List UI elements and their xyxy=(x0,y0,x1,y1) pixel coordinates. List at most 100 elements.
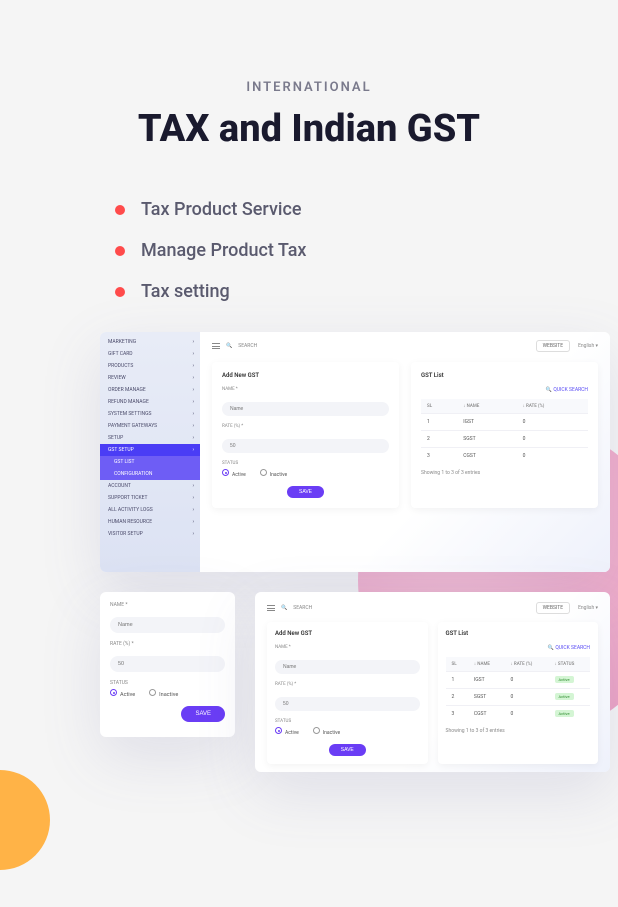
col-name[interactable]: ↓ NAME xyxy=(468,657,505,672)
feature-item: Tax Product Service xyxy=(115,199,568,220)
website-button[interactable]: WEBSITE xyxy=(536,602,570,614)
radio-icon xyxy=(260,469,267,476)
radio-inactive[interactable]: Inactive xyxy=(260,469,287,478)
website-button[interactable]: WEBSITE xyxy=(536,340,570,352)
chevron-icon: › xyxy=(192,495,194,501)
col-sl[interactable]: SL xyxy=(446,657,468,672)
table-row[interactable]: 1IGST0 xyxy=(421,414,588,431)
sidebar-item[interactable]: ALL ACTIVITY LOGS› xyxy=(100,504,200,516)
sidebar-item[interactable]: SYSTEM SETTINGS› xyxy=(100,408,200,420)
chevron-icon: › xyxy=(192,375,194,381)
feature-text: Manage Product Tax xyxy=(141,240,306,261)
search-icon[interactable]: 🔍 xyxy=(281,605,287,611)
name-label: NAME * xyxy=(275,645,420,650)
radio-active[interactable]: Active xyxy=(110,689,135,698)
table-row[interactable]: 2SGST0 xyxy=(421,431,588,448)
card-title: GST List xyxy=(421,372,588,379)
table-row[interactable]: 3CGST0 xyxy=(421,448,588,465)
topbar: 🔍 SEARCH WEBSITE English ▾ xyxy=(267,602,598,614)
sidebar-item[interactable]: REFUND MANAGE› xyxy=(100,396,200,408)
screenshot-panel-main: MARKETING› GIFT CARD› PRODUCTS› REVIEW› … xyxy=(100,332,610,572)
radio-icon xyxy=(149,689,156,696)
feature-list: Tax Product Service Manage Product Tax T… xyxy=(50,199,568,302)
gst-table: SL ↓ NAME ↓ RATE (%) ↓ STATUS 1IGST0Acti… xyxy=(446,657,591,722)
card-title: GST List xyxy=(446,630,591,637)
col-name[interactable]: ↓ NAME xyxy=(457,399,516,414)
name-input[interactable] xyxy=(110,617,225,633)
sidebar-item[interactable]: HUMAN RESOURCE› xyxy=(100,516,200,528)
showing-text: Showing 1 to 3 of 3 entries xyxy=(446,728,591,734)
sidebar-item[interactable]: VISITOR SETUP› xyxy=(100,528,200,540)
sidebar-item[interactable]: ACCOUNT› xyxy=(100,480,200,492)
col-rate[interactable]: ↓ RATE (%) xyxy=(505,657,549,672)
chevron-icon: › xyxy=(192,411,194,417)
radio-icon xyxy=(313,727,320,734)
bullet-icon xyxy=(115,287,125,297)
save-button[interactable]: SAVE xyxy=(287,486,324,498)
showing-text: Showing 1 to 3 of 3 entries xyxy=(421,470,588,476)
col-rate[interactable]: ↓ RATE (%) xyxy=(517,399,588,414)
rate-input[interactable] xyxy=(275,697,420,711)
search-label[interactable]: SEARCH xyxy=(238,343,257,349)
quick-search-link[interactable]: 🔍 QUICK SEARCH xyxy=(446,645,591,651)
radio-active[interactable]: Active xyxy=(222,469,246,478)
gst-list-card: GST List 🔍 QUICK SEARCH SL ↓ NAME ↓ RATE… xyxy=(438,622,599,764)
status-label: STATUS xyxy=(275,719,420,724)
sidebar-item[interactable]: SUPPORT TICKET› xyxy=(100,492,200,504)
menu-icon[interactable] xyxy=(267,605,275,611)
table-row[interactable]: 2SGST0Active xyxy=(446,689,591,706)
sidebar-item[interactable]: REVIEW› xyxy=(100,372,200,384)
radio-inactive[interactable]: Inactive xyxy=(313,727,340,736)
rate-label: RATE (%) * xyxy=(275,682,420,687)
status-badge: Active xyxy=(555,710,574,717)
language-selector[interactable]: English ▾ xyxy=(578,343,598,349)
rate-input[interactable] xyxy=(110,656,225,672)
radio-icon xyxy=(110,689,117,696)
sidebar-item[interactable]: MARKETING› xyxy=(100,336,200,348)
radio-inactive[interactable]: Inactive xyxy=(149,689,178,698)
sidebar-item-gst-setup[interactable]: GST SETUP› xyxy=(100,444,200,456)
sidebar-item[interactable]: GIFT CARD› xyxy=(100,348,200,360)
chevron-icon: › xyxy=(192,435,194,441)
kicker: INTERNATIONAL xyxy=(50,80,568,95)
col-status[interactable]: ↓ STATUS xyxy=(549,657,590,672)
sidebar-subitem-configuration[interactable]: CONFIGURATION xyxy=(100,468,200,480)
search-icon[interactable]: 🔍 xyxy=(226,343,232,349)
status-label: STATUS xyxy=(222,461,389,466)
chevron-icon: › xyxy=(192,387,194,393)
feature-item: Tax setting xyxy=(115,281,568,302)
chevron-icon: › xyxy=(192,507,194,513)
table-row[interactable]: 3CGST0Active xyxy=(446,706,591,723)
language-selector[interactable]: English ▾ xyxy=(578,605,598,611)
radio-active[interactable]: Active xyxy=(275,727,299,736)
sidebar-item[interactable]: PRODUCTS› xyxy=(100,360,200,372)
sidebar-subitem-gst-list[interactable]: GST LIST xyxy=(100,456,200,468)
headline: TAX and Indian GST xyxy=(50,107,568,151)
rate-input[interactable] xyxy=(222,439,389,453)
menu-icon[interactable] xyxy=(212,343,220,349)
radio-icon xyxy=(222,469,229,476)
chevron-icon: › xyxy=(192,519,194,525)
chevron-icon: › xyxy=(192,423,194,429)
sidebar-item[interactable]: SETUP› xyxy=(100,432,200,444)
rate-label: RATE (%) * xyxy=(222,424,389,429)
gst-table: SL ↓ NAME ↓ RATE (%) 1IGST0 2SGST0 3CGST… xyxy=(421,399,588,464)
table-row[interactable]: 1IGST0Active xyxy=(446,672,591,689)
screenshot-panel-secondary: 🔍 SEARCH WEBSITE English ▾ Add New GST N… xyxy=(255,592,610,772)
status-badge: Active xyxy=(555,676,574,683)
status-label: STATUS xyxy=(110,680,225,686)
save-button[interactable]: SAVE xyxy=(329,744,366,756)
sidebar-item[interactable]: PAYMENT GATEWAYS› xyxy=(100,420,200,432)
status-badge: Active xyxy=(555,693,574,700)
chevron-icon: › xyxy=(192,351,194,357)
save-button[interactable]: SAVE xyxy=(181,706,225,722)
name-input[interactable] xyxy=(222,402,389,416)
col-sl[interactable]: SL xyxy=(421,399,457,414)
bullet-icon xyxy=(115,246,125,256)
quick-search-link[interactable]: 🔍 QUICK SEARCH xyxy=(421,387,588,393)
search-label[interactable]: SEARCH xyxy=(293,605,312,611)
radio-icon xyxy=(275,727,282,734)
name-input[interactable] xyxy=(275,660,420,674)
sidebar-item[interactable]: ORDER MANAGE› xyxy=(100,384,200,396)
rate-label: RATE (%) * xyxy=(110,641,225,647)
